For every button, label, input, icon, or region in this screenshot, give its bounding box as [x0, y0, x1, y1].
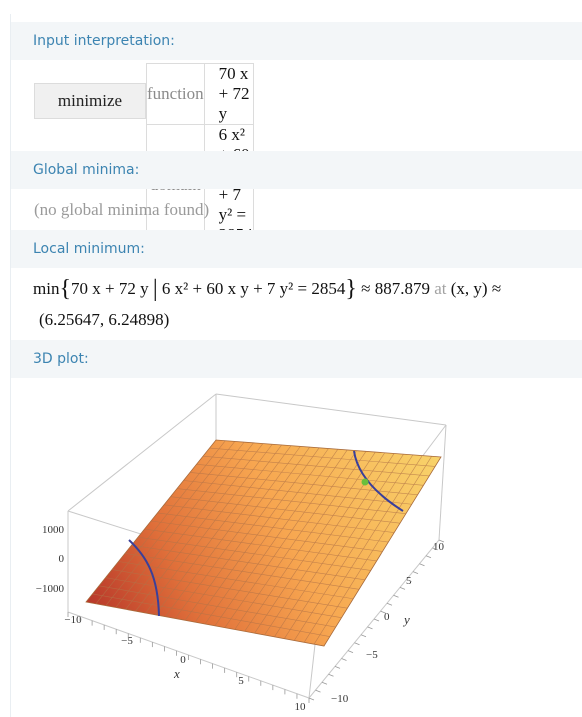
z-axis: 1000 0 −1000	[36, 524, 65, 595]
approx-sign: ≈	[361, 279, 371, 298]
pod-title-input: Input interpretation:	[33, 33, 175, 49]
pod-header-global: Global minima:	[11, 151, 582, 189]
minimize-cell: minimize	[34, 83, 146, 119]
tick-mark	[354, 642, 360, 646]
at-word: at	[434, 279, 447, 298]
tick-mark	[360, 634, 367, 638]
z-tick-label: 1000	[42, 524, 65, 536]
x-tick-label: 5	[238, 675, 244, 687]
z-tick-label: 0	[59, 553, 65, 565]
pod-header-local: Local minimum:	[11, 230, 582, 268]
minimum-point-marker	[361, 478, 369, 486]
tick-mark	[386, 602, 393, 606]
tick-mark	[308, 697, 315, 701]
z-tick-label: −1000	[36, 583, 65, 595]
close-brace: }	[345, 276, 357, 302]
function-value: 70 x + 72 y	[203, 63, 254, 125]
approx-sign-2: ≈	[491, 279, 502, 298]
local-minimum-line: min{70 x + 72 y | 6 x² + 60 x y + 7 y² =…	[33, 276, 501, 303]
pod-header-plot: 3D plot:	[11, 340, 582, 378]
tick-mark	[393, 594, 399, 598]
tick-mark	[399, 587, 406, 590]
tick-mark	[412, 571, 419, 574]
min-value: 887.879	[374, 279, 430, 298]
y-tick-label: 10	[433, 541, 445, 553]
tick-mark	[321, 681, 328, 685]
tick-mark	[419, 563, 425, 567]
table-row: function 70 x + 72 y	[146, 63, 254, 125]
y-tick-label: −10	[331, 693, 349, 705]
constraint-expr: 6 x² + 60 x y + 7 y² = 2854	[161, 279, 346, 298]
pod-title-plot: 3D plot:	[33, 351, 89, 367]
vars-tuple: (x, y)	[450, 279, 488, 298]
x-tick-label: −5	[121, 635, 133, 647]
tick-mark	[425, 555, 432, 559]
divider-bar: |	[152, 276, 158, 302]
x-tick-label: 10	[295, 701, 307, 713]
open-brace: {	[59, 276, 71, 302]
tick-mark	[315, 689, 321, 693]
tick-mark	[373, 618, 380, 622]
x-tick-label: −10	[64, 614, 82, 626]
tick-mark	[367, 626, 373, 630]
pod-title-local: Local minimum:	[33, 241, 145, 257]
plot-3d: 1000 0 −1000 −10 −5 0 5 10 x 10 5 0 −5 −…	[36, 393, 447, 713]
function-label: function	[146, 63, 205, 125]
y-tick-label: −5	[366, 649, 378, 661]
no-global-minima-text: (no global minima found)	[34, 200, 210, 219]
tick-mark	[347, 650, 354, 653]
results-panel: Input interpretation: minimize function …	[10, 14, 582, 717]
x-axis-label: x	[173, 666, 180, 681]
min-point: (6.25647, 6.24898)	[39, 310, 170, 329]
tick-mark	[328, 673, 334, 677]
tick-mark	[334, 666, 341, 669]
y-axis-label: y	[402, 612, 410, 627]
objective-expr: 70 x + 72 y	[70, 279, 149, 298]
pod-title-global: Global minima:	[33, 162, 140, 178]
tick-mark	[341, 658, 347, 661]
min-word: min	[33, 279, 60, 298]
x-tick-label: 0	[180, 654, 186, 666]
pod-header-input: Input interpretation:	[11, 22, 582, 60]
